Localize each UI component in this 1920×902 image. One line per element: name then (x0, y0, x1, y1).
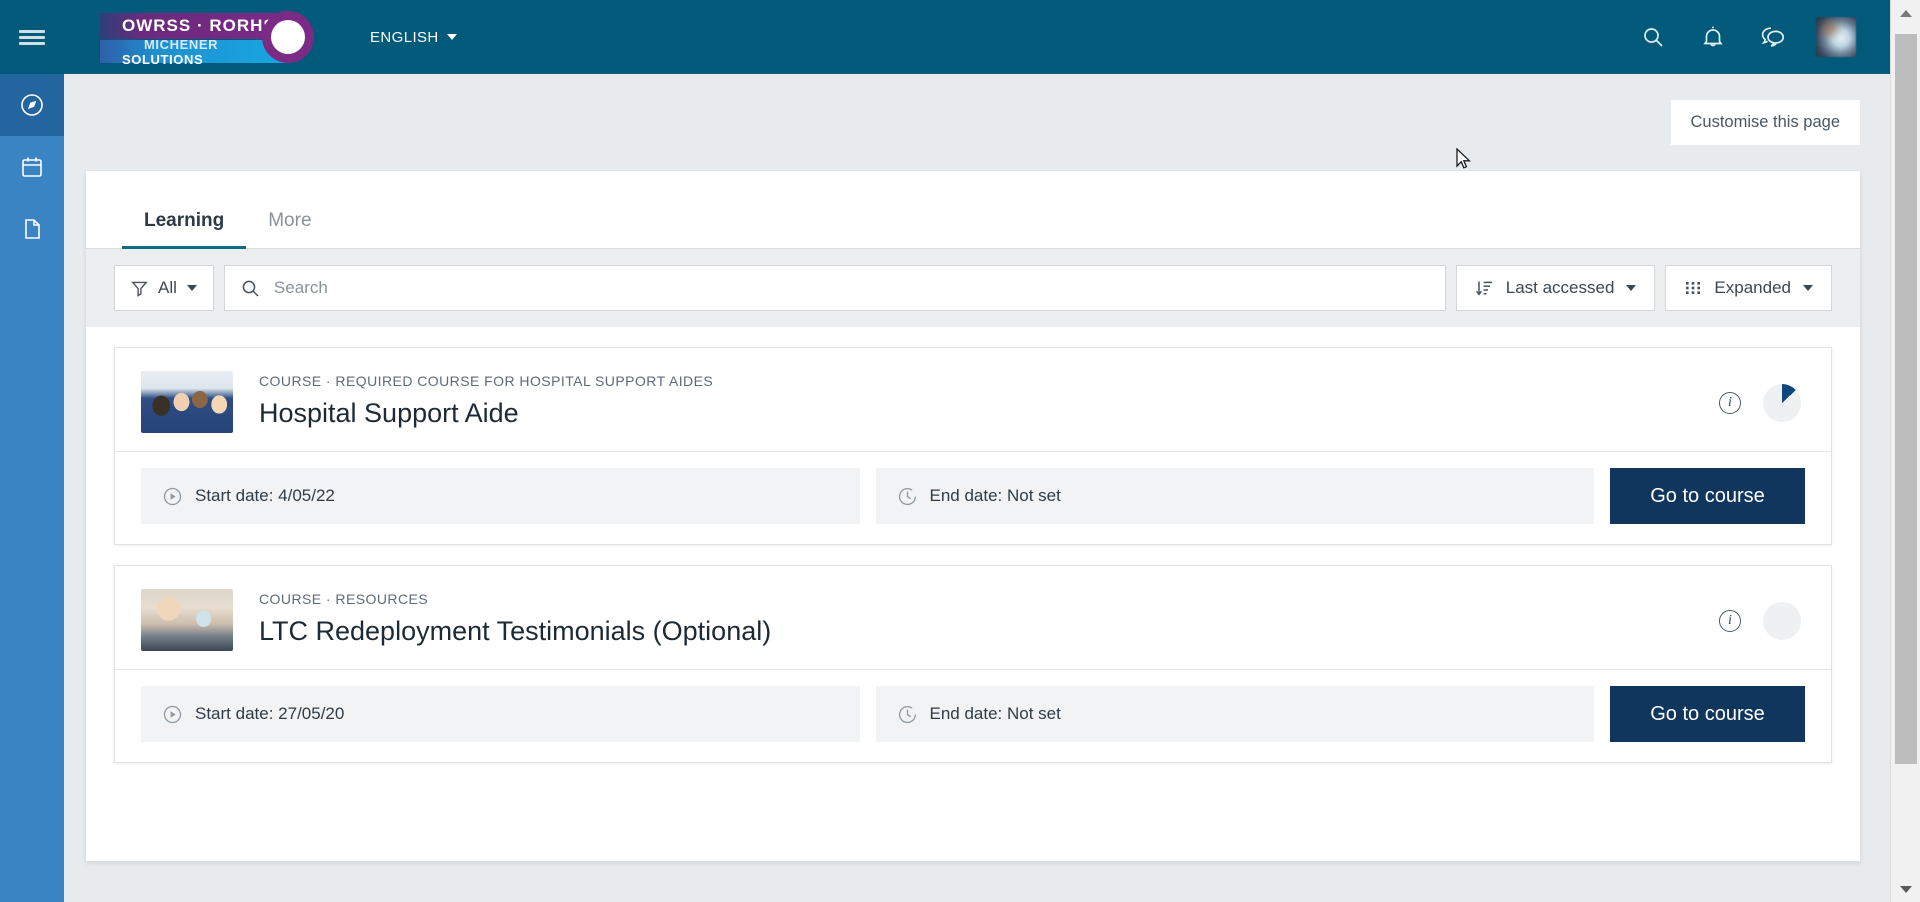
course-card-actions: i (1719, 384, 1801, 422)
course-thumbnail (141, 589, 233, 651)
tab-more-label: More (268, 210, 312, 231)
start-date-text: Start date: 4/05/22 (195, 486, 335, 505)
tab-learning-label: Learning (144, 210, 225, 231)
filter-label: All (158, 278, 177, 297)
clock-icon (898, 705, 917, 724)
grid-dots-icon (1684, 279, 1702, 297)
sidebar-item-calendar[interactable] (0, 136, 64, 198)
course-kicker: COURSE · RESOURCES (259, 591, 429, 607)
customise-page-button[interactable]: Customise this page (1670, 100, 1860, 145)
search-input-wrapper[interactable] (223, 265, 1446, 311)
left-rail (0, 74, 64, 902)
play-circle-icon (163, 705, 182, 724)
end-date-pill: End date: Not set (875, 686, 1594, 742)
course-title[interactable]: Hospital Support Aide (259, 398, 1805, 429)
info-icon[interactable]: i (1719, 610, 1741, 632)
view-mode-dropdown[interactable]: Expanded (1665, 265, 1832, 311)
course-card-actions: i (1719, 602, 1801, 640)
course-card[interactable]: COURSE · RESOURCES LTC Redeployment Test… (114, 565, 1832, 763)
go-to-course-button[interactable]: Go to course (1610, 686, 1805, 742)
progress-slice (1763, 384, 1801, 422)
bell-icon[interactable] (1696, 20, 1730, 54)
search-icon[interactable] (1636, 20, 1670, 54)
tab-learning[interactable]: Learning (122, 210, 247, 249)
course-kicker: COURSE · REQUIRED COURSE FOR HOSPITAL SU… (259, 373, 714, 389)
course-card-footer: Start date: 4/05/22 End date: Not set Go… (115, 452, 1831, 544)
customise-row: Customise this page (64, 74, 1890, 145)
funnel-icon (131, 280, 148, 297)
hamburger-bar (19, 29, 45, 33)
course-text-block: COURSE · REQUIRED COURSE FOR HOSPITAL SU… (259, 368, 1805, 429)
language-selector[interactable]: ENGLISH (366, 23, 461, 52)
logo-bottom-band: MICHENER SOLUTIONS (100, 37, 290, 67)
course-card-header: COURSE · RESOURCES LTC Redeployment Test… (115, 566, 1831, 670)
chevron-down-icon (446, 34, 457, 40)
sidebar-item-dashboard[interactable] (0, 74, 64, 136)
avatar[interactable] (1816, 17, 1856, 57)
sort-dropdown[interactable]: Last accessed (1455, 265, 1656, 311)
menu-toggle-button[interactable] (0, 0, 64, 74)
course-card[interactable]: COURSE · REQUIRED COURSE FOR HOSPITAL SU… (114, 347, 1832, 545)
search-icon (241, 279, 260, 298)
progress-slice (1763, 602, 1801, 640)
top-navbar: OWRSS · RORHSA MICHENER SOLUTIONS ENGLIS… (0, 0, 1890, 74)
search-input[interactable] (273, 278, 1429, 298)
sort-label: Last accessed (1505, 278, 1615, 297)
chevron-down-icon (1803, 285, 1813, 291)
site-logo[interactable]: OWRSS · RORHSA MICHENER SOLUTIONS (92, 11, 320, 67)
end-date-text: End date: Not set (929, 486, 1061, 505)
course-progress-ring[interactable] (1763, 602, 1801, 640)
language-label: ENGLISH (370, 28, 439, 46)
course-progress-ring[interactable] (1763, 384, 1801, 422)
sort-amount-down-icon (1475, 279, 1494, 298)
course-toolbar: All Search Last accessed Expanded (86, 249, 1860, 327)
info-icon[interactable]: i (1719, 392, 1741, 414)
chevron-down-icon (1626, 285, 1637, 291)
start-date-pill: Start date: 4/05/22 (141, 468, 860, 524)
block-tabs: Learning More (86, 171, 1860, 249)
course-card-footer: Start date: 27/05/20 End date: Not set G… (115, 670, 1831, 762)
start-date-text: Start date: 27/05/20 (195, 704, 345, 723)
end-date-pill: End date: Not set (875, 468, 1594, 524)
page-content: Customise this page Learning More All Se… (64, 74, 1890, 902)
clock-icon (898, 487, 917, 506)
course-text-block: COURSE · RESOURCES LTC Redeployment Test… (259, 586, 1805, 647)
play-circle-icon (163, 487, 182, 506)
start-date-pill: Start date: 27/05/20 (141, 686, 860, 742)
filter-dropdown[interactable]: All (114, 265, 214, 311)
scroll-down-arrow[interactable] (1891, 876, 1920, 902)
chevron-down-icon (186, 285, 197, 291)
end-date-text: End date: Not set (929, 704, 1061, 723)
logo-primary-text: OWRSS · RORHSA (122, 16, 289, 35)
tab-more[interactable]: More (246, 210, 333, 248)
view-label: Expanded (1714, 278, 1791, 297)
course-thumbnail (141, 371, 233, 433)
scroll-thumb[interactable] (1895, 34, 1917, 764)
go-to-course-button[interactable]: Go to course (1610, 468, 1805, 524)
course-overview-block: Learning More All Search Last accessed E… (86, 171, 1860, 861)
logo-circle-mark (262, 11, 314, 63)
course-card-header: COURSE · REQUIRED COURSE FOR HOSPITAL SU… (115, 348, 1831, 452)
hamburger-bar (19, 35, 45, 39)
messages-icon[interactable] (1756, 20, 1790, 54)
sidebar-item-private-files[interactable] (0, 198, 64, 260)
navbar-right-group (1636, 17, 1890, 57)
scroll-up-arrow[interactable] (1891, 0, 1920, 26)
vertical-scrollbar[interactable] (1890, 0, 1920, 902)
course-title[interactable]: LTC Redeployment Testimonials (Optional) (259, 616, 1805, 647)
hamburger-bar (19, 41, 45, 45)
